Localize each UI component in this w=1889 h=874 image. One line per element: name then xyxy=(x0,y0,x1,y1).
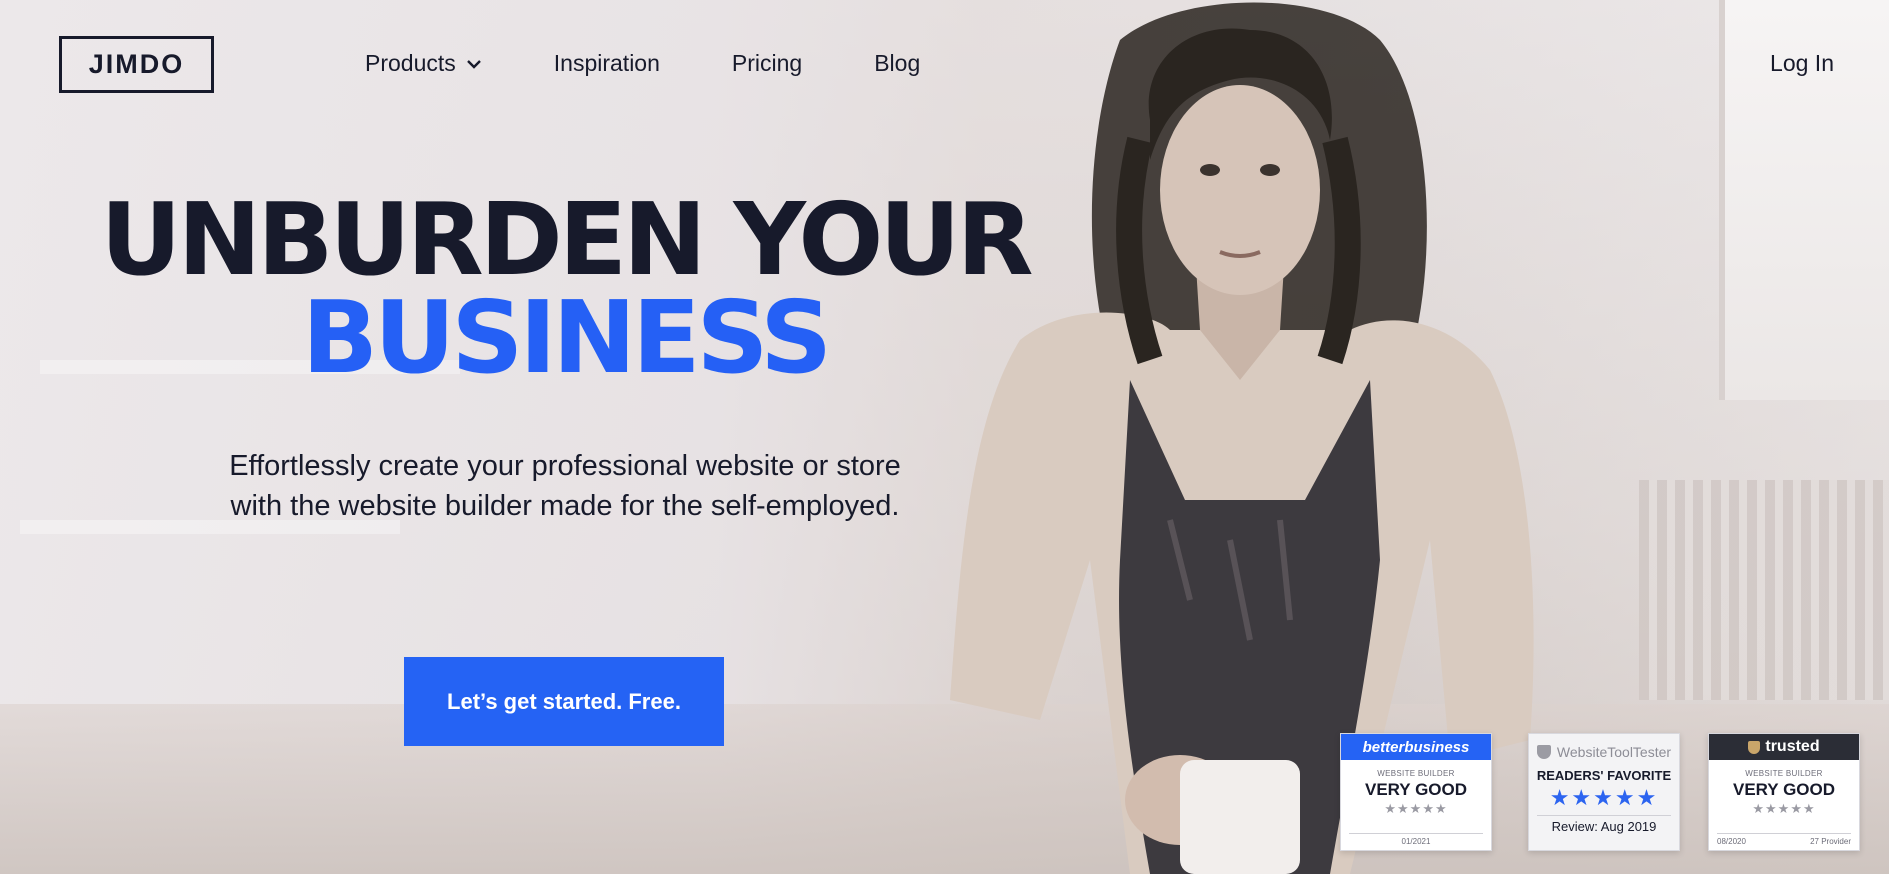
badge-stars: ★★★★★ xyxy=(1384,801,1448,816)
trusted-badge[interactable]: trusted WEBSITE BUILDER VERY GOOD ★★★★★ … xyxy=(1708,733,1860,851)
chevron-down-icon xyxy=(466,59,481,69)
badge-review-date: Review: Aug 2019 xyxy=(1537,815,1671,834)
badge-rating: VERY GOOD xyxy=(1732,780,1836,799)
login-link[interactable]: Log In xyxy=(1770,50,1834,77)
nav-item-label: Blog xyxy=(874,50,921,76)
background-radiator xyxy=(1639,480,1889,700)
headline-line-2: BUSINESS xyxy=(301,279,832,396)
nav-item-inspiration[interactable]: Inspiration xyxy=(554,50,660,77)
nav-item-label: Pricing xyxy=(731,50,803,76)
nav-item-products[interactable]: Products xyxy=(365,50,482,77)
nav-item-pricing[interactable]: Pricing xyxy=(732,50,802,77)
hero-subtitle: Effortlessly create your professional we… xyxy=(229,450,901,522)
badge-title: READERS' FAVORITE xyxy=(1536,768,1672,783)
badge-stars: ★★★★★ xyxy=(1752,801,1816,816)
badge-footer: 01/2021 xyxy=(1349,833,1483,846)
badge-rating: VERY GOOD xyxy=(1364,780,1468,799)
badge-brand-label: trusted xyxy=(1765,738,1820,755)
nav-item-label: Inspiration xyxy=(553,50,660,76)
logo-text: JIMDO xyxy=(88,49,185,79)
badge-brand: betterbusiness xyxy=(1341,734,1491,760)
badge-brand: WebsiteToolTester xyxy=(1556,744,1672,760)
headline-line-1: UNBURDEN YOUR xyxy=(100,181,1033,298)
nav-item-label: Products xyxy=(365,50,456,76)
hero-headline: UNBURDEN YOUR BUSINESS xyxy=(0,190,1130,388)
badge-date: 01/2021 xyxy=(1401,837,1431,846)
badge-provider: 27 Provider xyxy=(1810,837,1851,846)
badge-category: WEBSITE BUILDER xyxy=(1745,769,1823,778)
site-header: JIMDO Products Inspiration Pricing Blog … xyxy=(0,0,1889,130)
badge-footer: 08/2020 27 Provider xyxy=(1717,833,1851,846)
nav-item-blog[interactable]: Blog xyxy=(874,50,920,77)
badge-brand-row: WebsiteToolTester xyxy=(1529,744,1679,760)
shield-icon xyxy=(1748,740,1761,754)
badge-date: 08/2020 xyxy=(1717,837,1746,846)
websitetooltester-badge[interactable]: WebsiteToolTester READERS' FAVORITE ★★★★… xyxy=(1528,733,1680,851)
main-nav: Products Inspiration Pricing Blog xyxy=(365,50,992,77)
betterbusiness-badge[interactable]: betterbusiness WEBSITE BUILDER VERY GOOD… xyxy=(1340,733,1492,851)
thermometer-icon xyxy=(1536,745,1551,759)
badge-stars: ★★★★★ xyxy=(1549,785,1659,810)
jimdo-logo[interactable]: JIMDO xyxy=(59,36,214,93)
badge-brand: trusted xyxy=(1709,734,1859,760)
badge-category: WEBSITE BUILDER xyxy=(1377,769,1455,778)
get-started-button[interactable]: Let’s get started. Free. xyxy=(404,657,724,746)
